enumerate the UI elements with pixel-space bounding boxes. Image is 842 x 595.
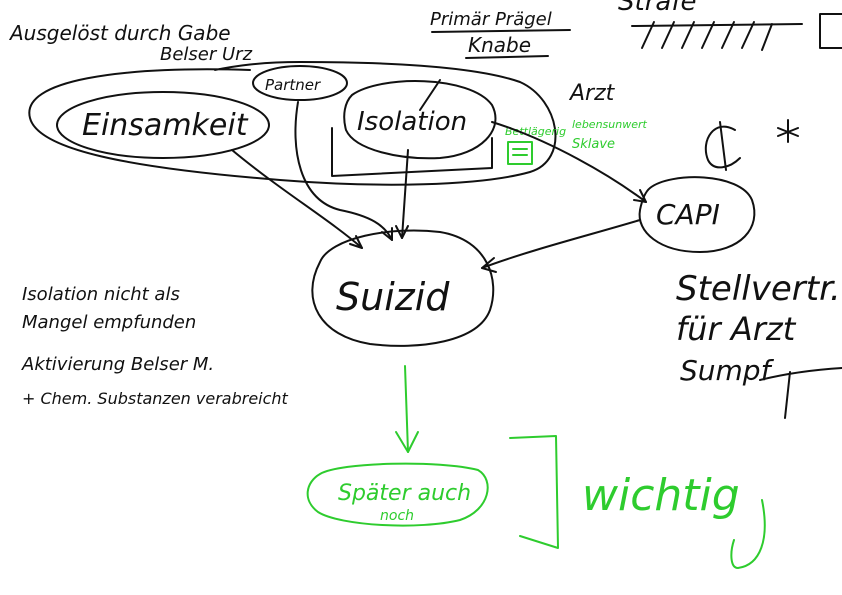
triggered-label-sub: Belser Urz — [160, 44, 253, 65]
arrow-partner-head — [381, 227, 393, 241]
primary-to-isolation-line — [419, 79, 441, 111]
doctor-label: Arzt — [568, 81, 616, 106]
note-left-line3: Aktivierung Belser M. — [21, 354, 214, 375]
important-label: wichtig — [582, 470, 740, 521]
node-suicide-label: Suizid — [336, 275, 450, 319]
note-left-line2: Mangel empfunden — [22, 312, 196, 333]
primary-underline — [431, 29, 571, 33]
note-right-line1: Stellvertr. — [676, 269, 841, 309]
green-checkbox-lines — [512, 148, 528, 156]
c-star-doodle-icon — [704, 121, 741, 171]
node-capi-label: CAPI — [656, 198, 720, 231]
green-note-line3: Sklave — [572, 137, 615, 152]
note-right-underline — [759, 367, 842, 419]
hatching-marks — [631, 21, 803, 51]
node-isolation-label: Isolation — [357, 107, 467, 137]
green-note-line1: Bettlägerig — [505, 125, 566, 138]
green-note-line2: lebensunwert — [572, 118, 648, 131]
triggered-label: Ausgelöst durch Gabe — [8, 21, 231, 45]
top-right-box-partial — [819, 13, 842, 49]
arrow-capi-to-suicide — [481, 219, 641, 269]
note-left-line4: + Chem. Substanzen verabreicht — [22, 389, 289, 408]
green-checkbox-icon — [507, 141, 533, 165]
green-bracket — [509, 435, 559, 549]
node-loneliness-label: Einsamkeit — [82, 108, 249, 143]
whiteboard-canvas: Ausgelöst durch Gabe Belser Urz Primär P… — [8, 0, 842, 569]
node-later-label: Später auch — [338, 481, 471, 506]
node-partner-label: Partner — [265, 76, 321, 94]
arrow-loneliness-to-suicide — [231, 149, 363, 249]
note-right-line3: Sumpf — [680, 354, 775, 387]
top-right-partial-word: Strafe — [618, 0, 696, 17]
primary-sub-label: Knabe — [468, 33, 531, 57]
note-left-line1: Isolation nicht als — [22, 284, 180, 305]
star-icon — [777, 119, 799, 143]
note-right-line2: für Arzt — [676, 310, 797, 348]
green-arrow-down — [404, 365, 409, 453]
arrow-isolation-to-suicide — [401, 149, 409, 239]
node-later-sub-label: noch — [380, 508, 414, 524]
primary-label: Primär Prägel — [430, 9, 552, 30]
